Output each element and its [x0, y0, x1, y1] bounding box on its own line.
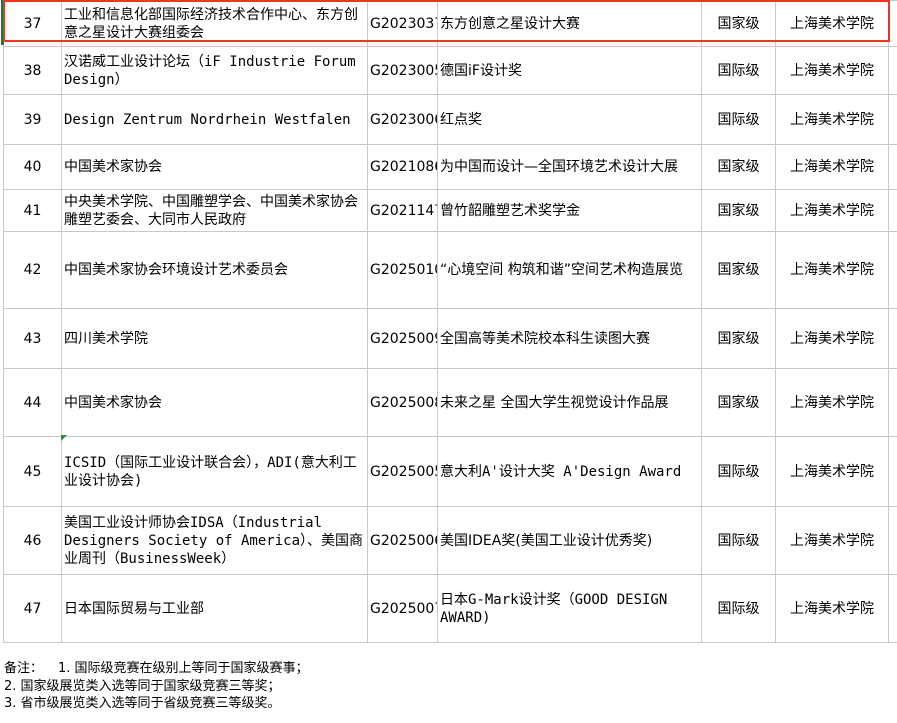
level-cell[interactable]: 国家级	[701, 189, 776, 232]
level-cell[interactable]: 国家级	[701, 231, 776, 309]
code-cell[interactable]: G2021147	[367, 189, 438, 232]
row-number-cell[interactable]: 42	[3, 231, 62, 309]
row-number-cell[interactable]: 43	[3, 308, 62, 369]
note-text-1: 1. 国际级竞赛在级别上等同于国家级赛事；	[58, 661, 309, 676]
table-row[interactable]: 37 工业和信息化部国际经济技术合作中心、东方创意之星设计大赛组委会 G2023…	[3, 0, 897, 47]
code-cell[interactable]: G2025005	[367, 436, 438, 507]
next-column-cell[interactable]	[888, 231, 897, 309]
organizer-cell[interactable]: 中国美术家协会环境设计艺术委员会	[61, 231, 368, 309]
code-cell[interactable]: G2021086	[367, 144, 438, 190]
level-cell[interactable]: 国际级	[701, 94, 776, 145]
competition-name-cell[interactable]: 日本G-Mark设计奖（GOOD DESIGN AWARD)	[437, 574, 702, 643]
organizer-cell[interactable]: Design Zentrum Nordrhein Westfalen	[61, 94, 368, 145]
row-number-cell[interactable]: 45	[3, 436, 62, 507]
organizer-cell[interactable]: 中国美术家协会	[61, 144, 368, 190]
level-cell[interactable]: 国际级	[701, 436, 776, 507]
row-number-cell[interactable]: 38	[3, 46, 62, 95]
row-number-cell[interactable]: 41	[3, 189, 62, 232]
table-row[interactable]: 41 中央美术学院、中国雕塑学会、中国美术家协会雕塑艺委会、大同市人民政府 G2…	[3, 189, 897, 232]
table-row[interactable]: 39 Design Zentrum Nordrhein Westfalen G2…	[3, 94, 897, 145]
code-cell[interactable]: G2025006	[367, 506, 438, 575]
code-cell[interactable]: G2023005	[367, 46, 438, 95]
organizer-cell[interactable]: 日本国际贸易与工业部	[61, 574, 368, 643]
code-cell[interactable]: G2025008	[367, 368, 438, 437]
next-column-cell[interactable]	[888, 0, 897, 47]
level-cell[interactable]: 国际级	[701, 46, 776, 95]
competition-name-cell[interactable]: “心境空间 构筑和谐”空间艺术构造展览	[437, 231, 702, 309]
competition-name-cell[interactable]: 未来之星 全国大学生视觉设计作品展	[437, 368, 702, 437]
competition-name-cell[interactable]: 意大利A'设计大奖 A'Design Award	[437, 436, 702, 507]
organizer-cell[interactable]: 美国工业设计师协会IDSA（Industrial Designers Socie…	[61, 506, 368, 575]
competition-name-cell[interactable]: 为中国而设计—全国环境艺术设计大展	[437, 144, 702, 190]
code-cell[interactable]: G2025007	[367, 574, 438, 643]
school-cell[interactable]: 上海美术学院	[775, 231, 889, 309]
organizer-cell[interactable]: 工业和信息化部国际经济技术合作中心、东方创意之星设计大赛组委会	[61, 0, 368, 47]
organizer-cell[interactable]: 中央美术学院、中国雕塑学会、中国美术家协会雕塑艺委会、大同市人民政府	[61, 189, 368, 232]
level-cell[interactable]: 国家级	[701, 0, 776, 47]
school-cell[interactable]: 上海美术学院	[775, 46, 889, 95]
next-column-cell[interactable]	[888, 46, 897, 95]
note-line-3: 3. 省市级展览类入选等同于省级竞赛三等级奖。	[4, 696, 281, 711]
school-cell[interactable]: 上海美术学院	[775, 144, 889, 190]
school-cell[interactable]: 上海美术学院	[775, 189, 889, 232]
cell-comment-indicator-icon[interactable]	[61, 435, 67, 441]
level-cell[interactable]: 国际级	[701, 506, 776, 575]
code-cell[interactable]: G2025009	[367, 308, 438, 369]
row-number-cell[interactable]: 44	[3, 368, 62, 437]
table-row[interactable]: 43 四川美术学院 G2025009 全国高等美术院校本科生读图大赛 国家级 上…	[3, 308, 897, 369]
table-row[interactable]: 47 日本国际贸易与工业部 G2025007 日本G-Mark设计奖（GOOD …	[3, 574, 897, 643]
next-column-cell[interactable]	[888, 506, 897, 575]
school-cell[interactable]: 上海美术学院	[775, 308, 889, 369]
code-cell[interactable]: G2023037	[367, 0, 438, 47]
next-column-cell[interactable]	[888, 94, 897, 145]
spreadsheet-grid: 37 工业和信息化部国际经济技术合作中心、东方创意之星设计大赛组委会 G2023…	[3, 0, 897, 643]
code-cell[interactable]: G2025010	[367, 231, 438, 309]
table-row[interactable]: 45 ICSID（国际工业设计联合会），ADI(意大利工业设计协会) G2025…	[3, 436, 897, 507]
level-cell[interactable]: 国家级	[701, 308, 776, 369]
school-cell[interactable]: 上海美术学院	[775, 94, 889, 145]
competition-name-cell[interactable]: 曾竹韶雕塑艺术奖学金	[437, 189, 702, 232]
active-cell-indicator	[1, 0, 4, 45]
row-number-cell[interactable]: 40	[3, 144, 62, 190]
table-row[interactable]: 40 中国美术家协会 G2021086 为中国而设计—全国环境艺术设计大展 国家…	[3, 144, 897, 190]
notes-label: 备注：	[4, 661, 44, 676]
competition-name-cell[interactable]: 美国IDEA奖(美国工业设计优秀奖)	[437, 506, 702, 575]
note-line-2: 2. 国家级展览类入选等同于国家级竞赛三等奖；	[4, 678, 281, 694]
level-cell[interactable]: 国际级	[701, 574, 776, 643]
competition-name-cell[interactable]: 东方创意之星设计大赛	[437, 0, 702, 47]
competition-name-cell[interactable]: 德国iF设计奖	[437, 46, 702, 95]
next-column-cell[interactable]	[888, 144, 897, 190]
code-cell[interactable]: G2023006	[367, 94, 438, 145]
organizer-cell[interactable]: 汉诺威工业设计论坛（iF Industrie Forum Design）	[61, 46, 368, 95]
next-column-cell[interactable]	[888, 308, 897, 369]
row-number-cell[interactable]: 46	[3, 506, 62, 575]
next-column-cell[interactable]	[888, 574, 897, 643]
notes-block: 备注： 1. 国际级竞赛在级别上等同于国家级赛事； 2. 国家级展览类入选等同于国…	[4, 660, 309, 713]
row-number-cell[interactable]: 39	[3, 94, 62, 145]
school-cell[interactable]: 上海美术学院	[775, 368, 889, 437]
table-row[interactable]: 46 美国工业设计师协会IDSA（Industrial Designers So…	[3, 506, 897, 575]
table-row[interactable]: 38 汉诺威工业设计论坛（iF Industrie Forum Design） …	[3, 46, 897, 95]
table-row[interactable]: 44 中国美术家协会 G2025008 未来之星 全国大学生视觉设计作品展 国家…	[3, 368, 897, 437]
competition-name-cell[interactable]: 全国高等美术院校本科生读图大赛	[437, 308, 702, 369]
school-cell[interactable]: 上海美术学院	[775, 506, 889, 575]
row-number-cell[interactable]: 47	[3, 574, 62, 643]
organizer-cell[interactable]: ICSID（国际工业设计联合会），ADI(意大利工业设计协会)	[61, 436, 368, 507]
next-column-cell[interactable]	[888, 436, 897, 507]
school-cell[interactable]: 上海美术学院	[775, 574, 889, 643]
school-cell[interactable]: 上海美术学院	[775, 0, 889, 47]
level-cell[interactable]: 国家级	[701, 368, 776, 437]
school-cell[interactable]: 上海美术学院	[775, 436, 889, 507]
organizer-cell[interactable]: 中国美术家协会	[61, 368, 368, 437]
next-column-cell[interactable]	[888, 189, 897, 232]
organizer-cell[interactable]: 四川美术学院	[61, 308, 368, 369]
level-cell[interactable]: 国家级	[701, 144, 776, 190]
note-line-1: 备注： 1. 国际级竞赛在级别上等同于国家级赛事；	[4, 660, 309, 678]
next-column-cell[interactable]	[888, 368, 897, 437]
table-row[interactable]: 42 中国美术家协会环境设计艺术委员会 G2025010 “心境空间 构筑和谐”…	[3, 231, 897, 309]
competition-name-cell[interactable]: 红点奖	[437, 94, 702, 145]
row-number-cell[interactable]: 37	[3, 0, 62, 47]
